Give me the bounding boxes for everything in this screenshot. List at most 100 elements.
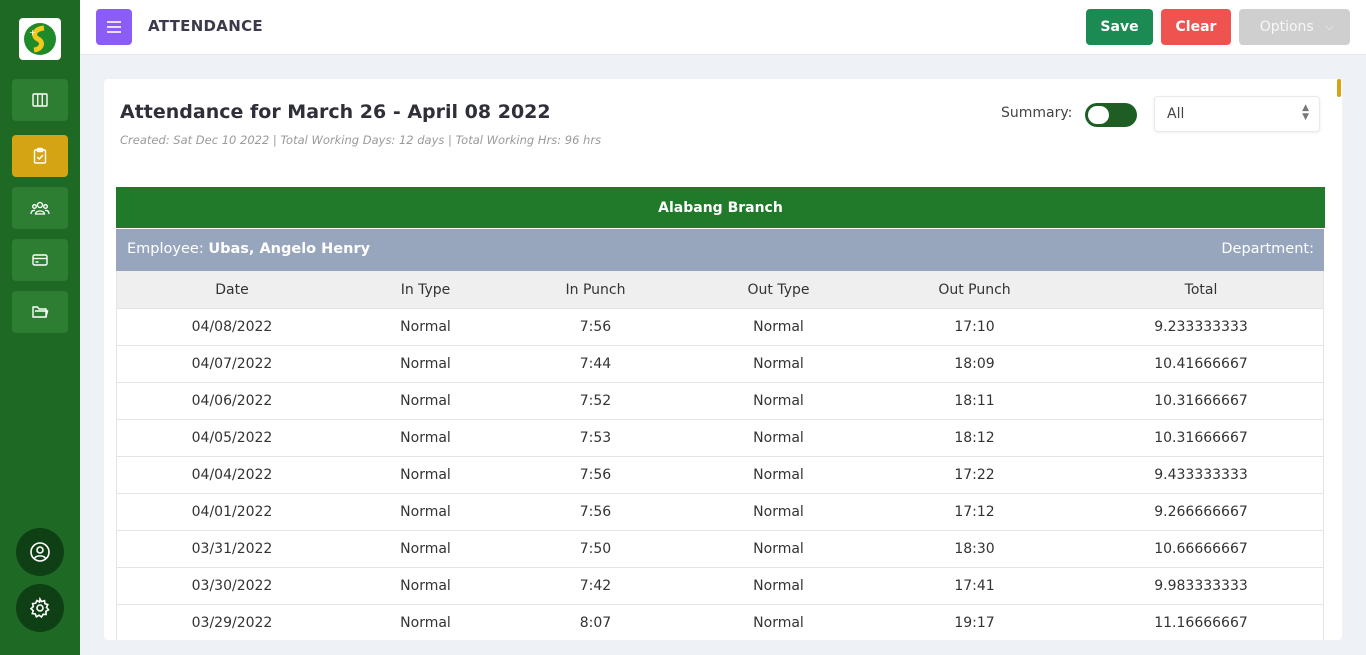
options-dropdown[interactable]: Options ⌵: [1239, 9, 1350, 45]
employee-info: Employee: Ubas, Angelo Henry: [127, 241, 370, 257]
sidebar-item-files[interactable]: [12, 291, 68, 333]
page-title: ATTENDANCE: [148, 17, 263, 35]
table-cell: 7:42: [579, 578, 612, 594]
save-button[interactable]: Save: [1086, 9, 1153, 45]
table-cell: Normal: [400, 319, 451, 335]
branch-header: Alabang Branch: [116, 187, 1325, 228]
table-row: 04/07/2022 Normal 7:44 Normal 18:09 10.416666…: [116, 346, 1324, 383]
table-row: 03/30/2022 Normal 7:42 Normal 17:41 9.9833333…: [116, 568, 1324, 605]
table-cell: Normal: [400, 467, 451, 483]
table-cell: 04/08/2022: [191, 319, 273, 335]
columns-icon: [32, 93, 48, 107]
table-cell: Normal: [753, 578, 804, 594]
hamburger-icon: [107, 21, 121, 33]
column-header: Date: [215, 281, 249, 298]
clear-button[interactable]: Clear: [1161, 9, 1231, 45]
profile-button[interactable]: [16, 528, 64, 576]
filter-value: All: [1167, 106, 1185, 122]
table-cell: 03/30/2022: [191, 578, 273, 594]
table-row: 04/08/2022 Normal 7:56 Normal 17:10 9.2333333…: [116, 309, 1324, 346]
scrollbar-thumb[interactable]: [1337, 79, 1341, 97]
toggle-knob: [1088, 106, 1109, 124]
table-cell: Normal: [400, 430, 451, 446]
table-cell: 04/01/2022: [191, 504, 273, 520]
table-cell: 10.31666667: [1154, 393, 1248, 409]
table-cell: 10.31666667: [1154, 430, 1248, 446]
table-cell: 10.66666667: [1154, 541, 1248, 557]
table-row: 04/01/2022 Normal 7:56 Normal 17:12 9.2666666…: [116, 494, 1324, 531]
table-cell: Normal: [753, 467, 804, 483]
table-cell: 03/31/2022: [191, 541, 273, 557]
table-cell: Normal: [400, 393, 451, 409]
table-cell: 04/04/2022: [191, 467, 273, 483]
table-cell: Normal: [400, 578, 451, 594]
table-header-row: Date In Type In Punch Out Type Out Punch…: [116, 271, 1324, 309]
folder-icon: [32, 306, 49, 318]
table-cell: 9.983333333: [1154, 578, 1248, 594]
table-cell: Normal: [753, 393, 804, 409]
sidebar-item-dashboard[interactable]: [12, 79, 68, 121]
table-cell: 7:56: [579, 467, 612, 483]
column-header: Total: [1184, 281, 1218, 298]
table-cell: 7:52: [579, 393, 612, 409]
table-cell: 04/05/2022: [191, 430, 273, 446]
select-arrows-icon: ▲ ▼: [1302, 103, 1309, 122]
table-cell: 9.233333333: [1154, 319, 1248, 335]
table-cell: 18:30: [954, 541, 995, 557]
top-header: ATTENDANCE Save Clear Options ⌵: [80, 0, 1366, 55]
users-icon: [30, 201, 50, 215]
table-cell: 7:50: [579, 541, 612, 557]
app-logo[interactable]: +: [19, 18, 61, 60]
table-body: 04/08/2022 Normal 7:56 Normal 17:10 9.2333333…: [116, 309, 1324, 640]
table-cell: Normal: [400, 504, 451, 520]
sidebar: +: [0, 0, 80, 655]
table-cell: 17:10: [954, 319, 995, 335]
chevron-down-icon: ⌵: [1325, 21, 1334, 33]
column-header: In Type: [400, 281, 451, 298]
table-cell: Normal: [400, 356, 451, 372]
card-icon: [32, 254, 48, 266]
column-header: Out Type: [747, 281, 810, 298]
table-cell: Normal: [753, 319, 804, 335]
table-cell: 17:12: [954, 504, 995, 520]
clipboard-check-icon: [33, 147, 47, 164]
sidebar-item-employees[interactable]: [12, 187, 68, 229]
employee-name: Ubas, Angelo Henry: [208, 241, 371, 257]
table-cell: Normal: [753, 430, 804, 446]
table-cell: 18:09: [954, 356, 995, 372]
employee-prefix: Employee:: [127, 241, 204, 257]
table-cell: 18:11: [954, 393, 995, 409]
attendance-card: Attendance for March 26 - April 08 2022 …: [104, 79, 1342, 640]
attendance-subtitle: Created: Sat Dec 10 2022 | Total Working…: [120, 133, 602, 147]
table-cell: 17:22: [954, 467, 995, 483]
table-row: 04/04/2022 Normal 7:56 Normal 17:22 9.4333333…: [116, 457, 1324, 494]
table-cell: Normal: [753, 541, 804, 557]
table-cell: 19:17: [954, 615, 995, 631]
table-cell: 8:07: [579, 615, 612, 631]
table-cell: Normal: [400, 541, 451, 557]
menu-toggle-button[interactable]: [96, 9, 132, 45]
sidebar-item-payroll[interactable]: [12, 239, 68, 281]
table-row: 04/06/2022 Normal 7:52 Normal 18:11 10.316666…: [116, 383, 1324, 420]
table-cell: 11.16666667: [1154, 615, 1248, 631]
table-cell: Normal: [753, 504, 804, 520]
table-cell: 04/07/2022: [191, 356, 273, 372]
table-cell: 04/06/2022: [191, 393, 273, 409]
table-cell: 9.266666667: [1154, 504, 1248, 520]
column-header: Out Punch: [938, 281, 1011, 298]
table-cell: 03/29/2022: [191, 615, 273, 631]
table-cell: 9.433333333: [1154, 467, 1248, 483]
table-cell: Normal: [400, 615, 451, 631]
table-cell: 7:44: [579, 356, 612, 372]
attendance-title: Attendance for March 26 - April 08 2022: [120, 101, 551, 123]
summary-toggle[interactable]: [1085, 103, 1137, 127]
svg-text:+: +: [29, 28, 36, 37]
table-cell: 18:12: [954, 430, 995, 446]
sidebar-item-attendance[interactable]: [12, 135, 68, 177]
options-label: Options: [1259, 19, 1314, 35]
employee-header: Employee: Ubas, Angelo Henry Department:: [116, 229, 1324, 271]
summary-label: Summary:: [1001, 105, 1073, 121]
settings-button[interactable]: [16, 584, 64, 632]
table-cell: 7:56: [579, 504, 612, 520]
filter-select[interactable]: All ▲ ▼: [1154, 96, 1320, 132]
